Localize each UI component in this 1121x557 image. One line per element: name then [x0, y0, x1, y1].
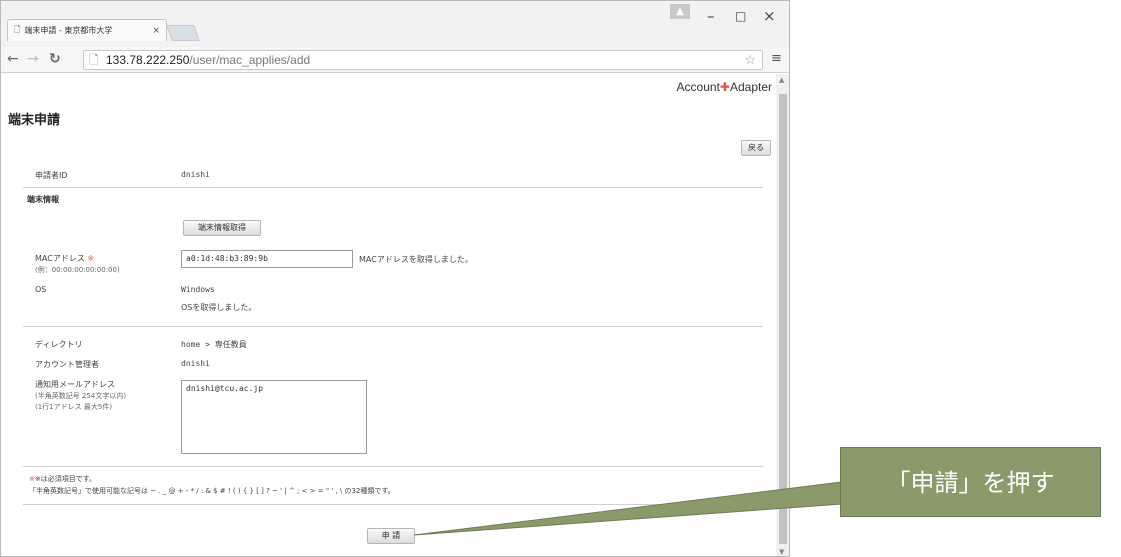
- callout-arrow-shape: [413, 481, 843, 536]
- instruction-callout: 「申請」を押す: [840, 447, 1101, 517]
